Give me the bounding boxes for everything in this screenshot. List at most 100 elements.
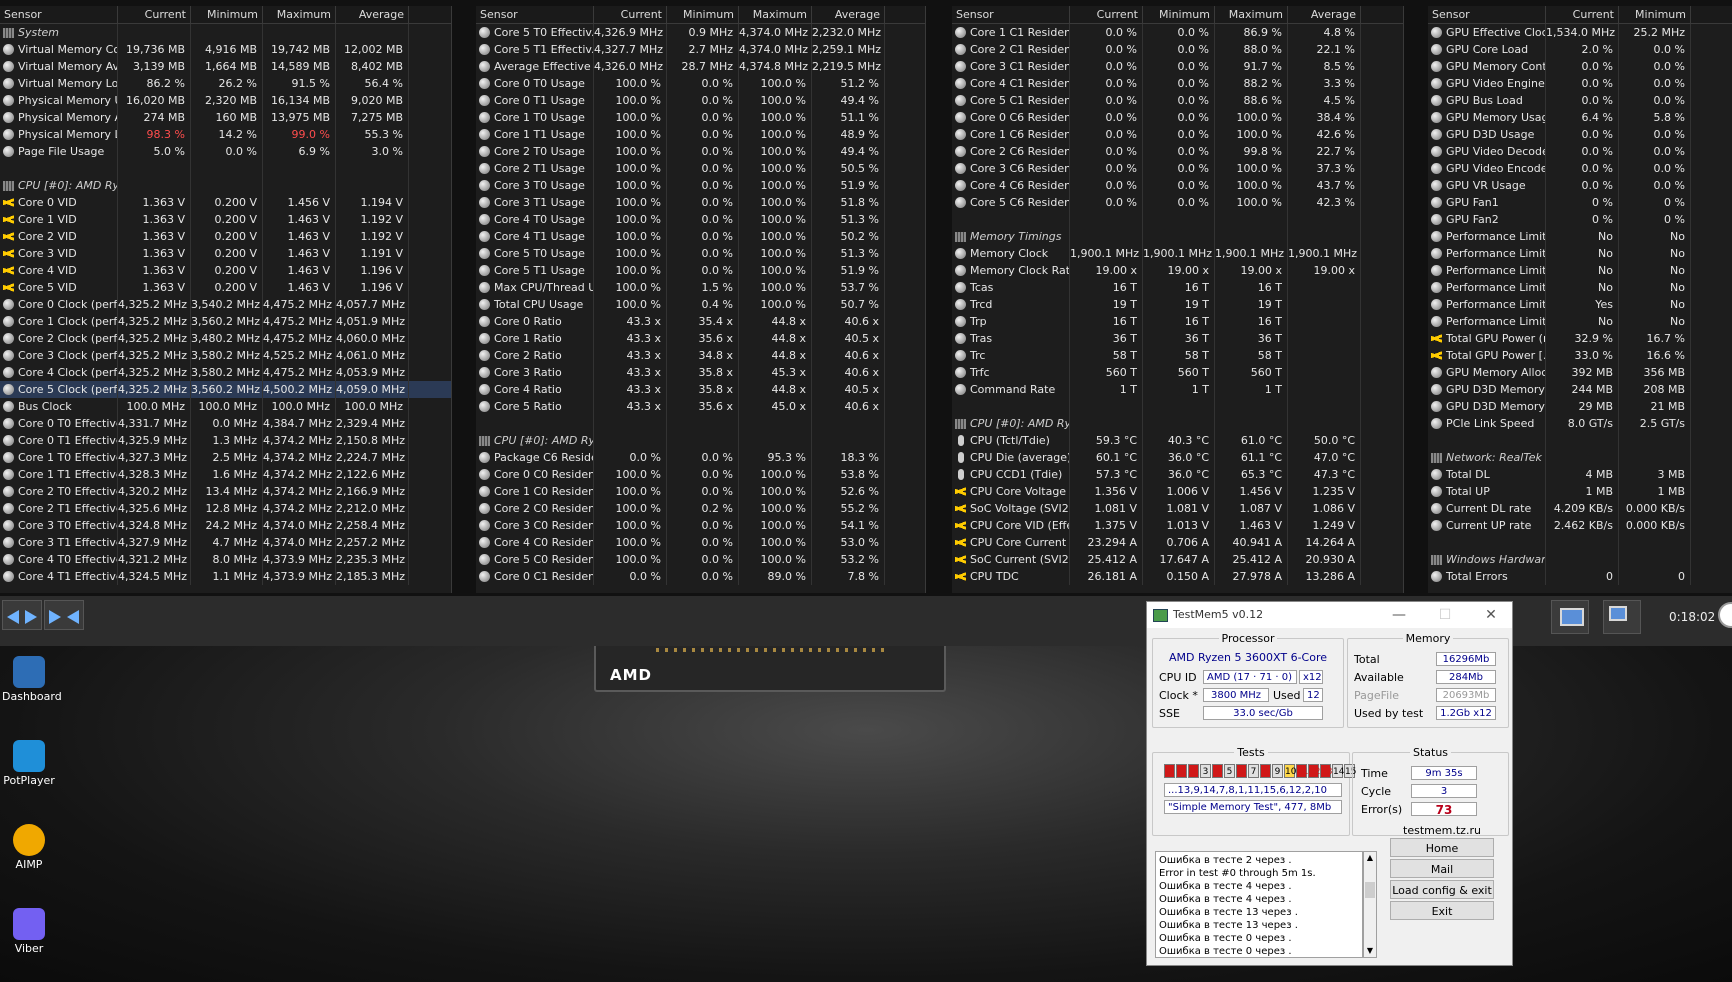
sensor-row[interactable]: GPU Effective Clock 1,534.0 MHz 25.2 MHz	[1428, 24, 1732, 41]
error-log[interactable]: Ошибка в тесте 2 через . Error in test #0…	[1155, 851, 1363, 958]
sensor-row[interactable]: Core 2 VID 1.363 V 0.200 V 1.463 V 1.192 V	[0, 228, 451, 245]
scroll-up-icon[interactable]: ▲	[1364, 852, 1376, 864]
monitor-settings-button[interactable]	[1551, 600, 1589, 634]
sensor-row[interactable]: Core 3 Clock (perf ...4,325.2 MHz3,580.2…	[0, 347, 451, 364]
sensor-row[interactable]: GPU Video Decode ...0.0 %0.0 %	[1428, 143, 1732, 160]
sensor-row[interactable]: Physical Memory U...16,020 MB2,320 MB16,…	[0, 92, 451, 109]
sensor-row[interactable]: Core 4 Ratio 43.3 x 35.8 x 44.8 x 40.5 x	[476, 381, 925, 398]
sensor-row[interactable]: Core 2 C6 Residency0.0 %0.0 %99.8 %22.7 …	[952, 143, 1403, 160]
sensor-row[interactable]: Tcas 16 T 16 T 16 T	[952, 279, 1403, 296]
sensor-group-row[interactable]: CPU [#0]: AMD Ry...	[476, 432, 925, 449]
sensor-row[interactable]: PCIe Link Speed 8.0 GT/s 2.5 GT/s	[1428, 415, 1732, 432]
sensor-row[interactable]: Core 5 VID 1.363 V 0.200 V 1.463 V 1.196 V	[0, 279, 451, 296]
column-header[interactable]: Current	[1546, 6, 1619, 23]
sensor-row[interactable]: Trfc 560 T 560 T 560 T	[952, 364, 1403, 381]
sensor-row[interactable]: Core 5 Clock (perf ...4,325.2 MHz3,560.2…	[0, 381, 451, 398]
sensor-row[interactable]: Core 0 T0 Usage 100.0 % 0.0 % 100.0 % 51.2 %	[476, 75, 925, 92]
sensor-group-row[interactable]: System	[0, 24, 451, 41]
sensor-row[interactable]: Core 2 Clock (perf ...4,325.2 MHz3,480.2…	[0, 330, 451, 347]
sensor-row[interactable]: Core 3 T1 Effective...4,327.9 MHz4.7 MHz…	[0, 534, 451, 551]
sensor-row[interactable]: GPU Memory Usage 6.4 % 5.8 %	[1428, 109, 1732, 126]
sensor-row[interactable]: Core 4 VID 1.363 V 0.200 V 1.463 V 1.196 V	[0, 262, 451, 279]
sensor-row[interactable]: Command Rate 1 T1 T1 T	[952, 381, 1403, 398]
sensor-row[interactable]: Core 2 Ratio 43.3 x 34.8 x 44.8 x 40.6 x	[476, 347, 925, 364]
column-header[interactable]: Current	[118, 6, 191, 23]
sensor-group-row[interactable]: CPU [#0]: AMD Ry...	[0, 177, 451, 194]
column-header[interactable]: Average	[336, 6, 409, 23]
column-header[interactable]: Maximum	[263, 6, 336, 23]
sensor-row[interactable]: Memory Clock Ratio 19.00 x 19.00 x 19.00 x1…	[952, 262, 1403, 279]
column-header[interactable]: Current	[594, 6, 667, 23]
sensor-row[interactable]: Performance Limit -...NoNo	[1428, 228, 1732, 245]
sensor-row[interactable]: GPU Fan1 0 % 0 %	[1428, 194, 1732, 211]
sensor-row[interactable]: Core 1 C1 Residency0.0 %0.0 %86.9 %4.8 %	[952, 24, 1403, 41]
sensor-row[interactable]: SoC Current (SVI2 T...25.412 A17.647 A25…	[952, 551, 1403, 568]
sensor-row[interactable]: Core 2 T0 Effective...4,320.2 MHz13.4 MH…	[0, 483, 451, 500]
sensor-group-row[interactable]: Memory Timings	[952, 228, 1403, 245]
sensor-row[interactable]: Core 3 T0 Usage 100.0 % 0.0 % 100.0 % 51.9 %	[476, 177, 925, 194]
clock-icon[interactable]	[1718, 602, 1732, 628]
desktop-icon-potplayer[interactable]: PotPlayer	[2, 740, 56, 787]
sensor-row[interactable]: GPU D3D Usage 0.0 % 0.0 %	[1428, 126, 1732, 143]
column-header[interactable]: Sensor	[476, 6, 594, 23]
sensor-row[interactable]: Page File Usage 5.0 % 0.0 % 6.9 % 3.0 %	[0, 143, 451, 160]
sensor-row[interactable]: Core 2 C1 Residency0.0 %0.0 %88.0 %22.1 …	[952, 41, 1403, 58]
sensor-row[interactable]: Core 4 C0 Residency100.0 %0.0 %100.0 %53…	[476, 534, 925, 551]
sensor-row[interactable]: Bus Clock 100.0 MHz 100.0 MHz 100.0 MHz 100.…	[0, 398, 451, 415]
column-header[interactable]: Current	[1070, 6, 1143, 23]
scroll-thumb[interactable]	[1365, 882, 1375, 898]
home-button[interactable]: Home	[1390, 838, 1494, 857]
column-header[interactable]: Sensor	[1428, 6, 1546, 23]
sensor-row[interactable]: Core 3 T0 Effective...4,324.8 MHz24.2 MH…	[0, 517, 451, 534]
sensor-row[interactable]: Core 0 Clock (perf ...4,325.2 MHz3,540.2…	[0, 296, 451, 313]
sensor-row[interactable]: CPU Core VID (Effe...1.375 V1.013 V1.463…	[952, 517, 1403, 534]
sensor-row[interactable]: Total GPU Power [... 33.0 % 16.6 %	[1428, 347, 1732, 364]
sensor-row[interactable]: GPU Fan2 0 % 0 %	[1428, 211, 1732, 228]
column-header[interactable]: Sensor	[0, 6, 118, 23]
column-header[interactable]: Maximum	[1215, 6, 1288, 23]
sensor-row[interactable]: Core 4 T0 Effective...4,321.2 MHz8.0 MHz…	[0, 551, 451, 568]
sensor-row[interactable]: Total CPU Usage 100.0 % 0.4 % 100.0 % 50.7 %	[476, 296, 925, 313]
sensor-row[interactable]: CPU TDC 26.181 A 0.150 A 27.978 A 13.286 A	[952, 568, 1403, 585]
sensor-row[interactable]: Trc 58 T 58 T 58 T	[952, 347, 1403, 364]
sensor-row[interactable]: Core 3 VID 1.363 V 0.200 V 1.463 V 1.191 V	[0, 245, 451, 262]
sensor-group-row[interactable]: Network: RealTek ...	[1428, 449, 1732, 466]
maximize-button[interactable]: ☐	[1422, 602, 1468, 628]
sensor-row[interactable]: Total Errors 0 0	[1428, 568, 1732, 585]
column-header[interactable]: Minimum	[667, 6, 739, 23]
sensor-row[interactable]: GPU Core Load 2.0 % 0.0 %	[1428, 41, 1732, 58]
sensor-row[interactable]: Total DL 4 MB 3 MB	[1428, 466, 1732, 483]
mail-button[interactable]: Mail	[1390, 859, 1494, 878]
sensor-row[interactable]: Performance Limit -...NoNo	[1428, 313, 1732, 330]
sensor-row[interactable]: Core 1 C0 Residency100.0 %0.0 %100.0 %52…	[476, 483, 925, 500]
column-header[interactable]: Average	[1288, 6, 1361, 23]
desktop-icon-viber[interactable]: Viber	[2, 908, 56, 955]
sensor-row[interactable]: Core 3 C1 Residency0.0 %0.0 %91.7 %8.5 %	[952, 58, 1403, 75]
column-header[interactable]: Sensor	[952, 6, 1070, 23]
collapse-panels-button[interactable]	[44, 600, 84, 630]
sensor-row[interactable]: Core 2 T0 Usage 100.0 % 0.0 % 100.0 % 49.4 %	[476, 143, 925, 160]
sensor-row[interactable]: Core 1 VID 1.363 V 0.200 V 1.463 V 1.192 V	[0, 211, 451, 228]
sensor-row[interactable]: Virtual Memory Load86.2 %26.2 %91.5 %56.…	[0, 75, 451, 92]
sensor-row[interactable]: Core 4 C6 Residency0.0 %0.0 %100.0 %43.7…	[952, 177, 1403, 194]
sensor-row[interactable]: Total UP 1 MB 1 MB	[1428, 483, 1732, 500]
close-button[interactable]: ✕	[1468, 602, 1514, 628]
sensor-row[interactable]: CPU CCD1 (Tdie) 57.3 °C 36.0 °C 65.3 °C 47.3…	[952, 466, 1403, 483]
sensor-row[interactable]: Core 5 C6 Residency0.0 %0.0 %100.0 %42.3…	[952, 194, 1403, 211]
sensor-row[interactable]: Performance Limit -...NoNo	[1428, 262, 1732, 279]
sensor-row[interactable]: Tras 36 T 36 T 36 T	[952, 330, 1403, 347]
network-report-button[interactable]	[1603, 600, 1641, 634]
hwinfo-panel-2[interactable]: Sensor Current Minimum Maximum Average Core 5…	[476, 6, 926, 593]
sensor-row[interactable]: Core 0 VID 1.363 V 0.200 V 1.456 V 1.194 V	[0, 194, 451, 211]
sensor-row[interactable]: Core 2 T1 Effective...4,325.6 MHz12.8 MH…	[0, 500, 451, 517]
sensor-row[interactable]: Core 0 C6 Residency0.0 %0.0 %100.0 %38.4…	[952, 109, 1403, 126]
sensor-row[interactable]: Memory Clock 1,900.1 MHz 1,900.1 MHz 1,900.…	[952, 245, 1403, 262]
sensor-row[interactable]: Core 1 C6 Residency0.0 %0.0 %100.0 %42.6…	[952, 126, 1403, 143]
hwinfo-panel-1[interactable]: Sensor Current Minimum Maximum Average System…	[0, 6, 452, 593]
column-header[interactable]: Maximum	[739, 6, 812, 23]
sensor-row[interactable]: Package C6 Reside...0.0 %0.0 %95.3 %18.3…	[476, 449, 925, 466]
sensor-row[interactable]: Core 2 C0 Residency100.0 %0.2 %100.0 %55…	[476, 500, 925, 517]
sensor-row[interactable]: Trp 16 T 16 T 16 T	[952, 313, 1403, 330]
sensor-row[interactable]: GPU D3D Memory ...244 MB208 MB	[1428, 381, 1732, 398]
sensor-row[interactable]: Core 5 C1 Residency0.0 %0.0 %88.6 %4.5 %	[952, 92, 1403, 109]
